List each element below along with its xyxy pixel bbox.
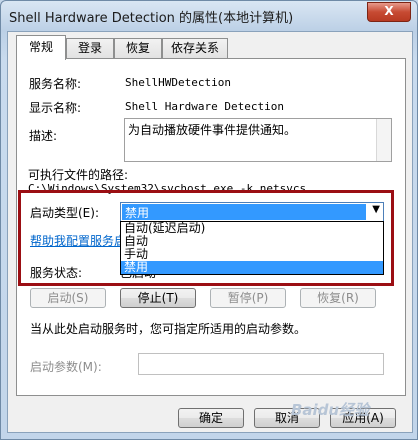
description-scrollbar[interactable] (376, 119, 391, 161)
pause-button[interactable]: 暂停(P) (210, 288, 286, 308)
start-button[interactable]: 启动(S) (30, 288, 106, 308)
start-params-hint: 当从此处启动服务时，您可指定所适用的启动参数。 (30, 322, 307, 336)
option-manual[interactable]: 手动 (121, 248, 383, 261)
tab-recovery[interactable]: 恢复 (114, 38, 162, 59)
dialog-client: 常规 登录 恢复 依存关系 服务名称: ShellHWDetection 显示名… (7, 31, 413, 433)
watermark-logo: Baidu经验 (291, 401, 370, 419)
option-auto-delayed[interactable]: 自动(延迟启动) (121, 222, 383, 235)
option-disabled[interactable]: 禁用 (121, 261, 383, 274)
stop-button[interactable]: 停止(T) (120, 288, 196, 308)
description-text: 为自动播放硬件事件提供通知。 (128, 123, 297, 137)
service-name-value: ShellHWDetection (125, 76, 231, 89)
display-name-value: Shell Hardware Detection (125, 100, 284, 113)
display-name-label: 显示名称: (29, 101, 82, 115)
description-box[interactable]: 为自动播放硬件事件提供通知。 (124, 118, 392, 162)
resume-button[interactable]: 恢复(R) (300, 288, 376, 308)
tab-logon[interactable]: 登录 (66, 38, 114, 59)
tab-general[interactable]: 常规 (16, 35, 66, 60)
startup-type-select[interactable]: 禁用 ▼ (120, 202, 384, 222)
ok-button[interactable]: 确定 (178, 408, 244, 428)
tab-dependencies[interactable]: 依存关系 (162, 38, 228, 59)
title-bar[interactable]: Shell Hardware Detection 的属性(本地计算机) X (1, 1, 417, 31)
option-auto[interactable]: 自动 (121, 235, 383, 248)
startup-type-dropdown: 自动(延迟启动) 自动 手动 禁用 (120, 221, 384, 275)
startup-type-selection (122, 204, 366, 220)
chevron-down-icon[interactable]: ▼ (372, 204, 380, 215)
close-button[interactable]: X (367, 2, 411, 22)
start-params-input[interactable] (138, 353, 384, 375)
window-title: Shell Hardware Detection 的属性(本地计算机) (9, 11, 294, 26)
properties-window: Shell Hardware Detection 的属性(本地计算机) X 常规… (0, 0, 418, 440)
exe-path-label: 可执行文件的路径: (28, 168, 129, 182)
description-label: 描述: (29, 129, 58, 143)
start-params-label: 启动参数(M): (30, 360, 102, 374)
startup-type-value: 禁用 (125, 206, 150, 220)
service-name-label: 服务名称: (29, 77, 82, 91)
